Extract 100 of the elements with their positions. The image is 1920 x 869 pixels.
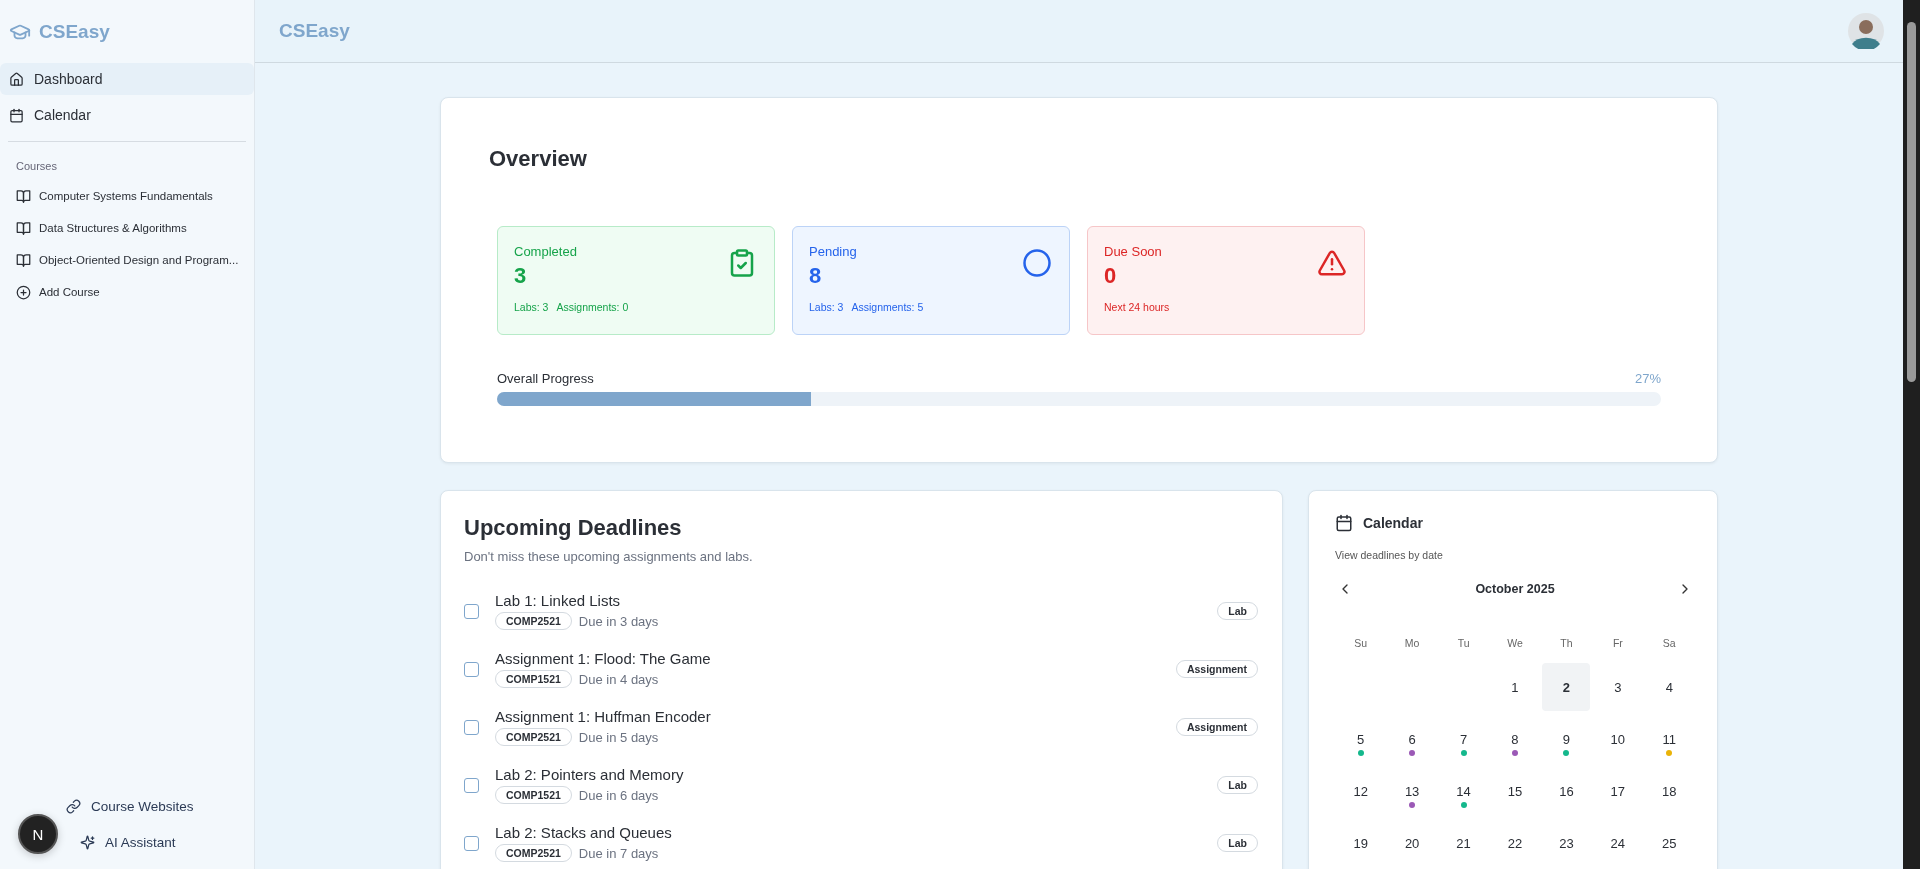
- calendar-day[interactable]: 11: [1645, 715, 1694, 763]
- stat-detail: Labs: 3: [514, 301, 549, 313]
- deadline-title: Assignment 1: Huffman Encoder: [495, 708, 712, 725]
- card-subtitle: View deadlines by date: [1335, 549, 1444, 561]
- footer-link[interactable]: AI Assistant: [66, 831, 254, 853]
- add-icon: [16, 284, 31, 300]
- stat-detail: Next 24 hours: [1104, 301, 1170, 313]
- calendar-icon: [1335, 514, 1353, 532]
- checkbox[interactable]: [464, 661, 479, 677]
- book-icon: [16, 252, 31, 268]
- weekday-label: Tu: [1456, 637, 1471, 649]
- scrollbar[interactable]: [1903, 0, 1920, 869]
- calendar-day[interactable]: 7: [1439, 715, 1488, 763]
- calendar-day[interactable]: 21: [1439, 819, 1488, 867]
- app-title: CSEasy: [279, 20, 350, 42]
- nav-item[interactable]: Calendar: [0, 99, 254, 131]
- section-title: Upcoming Deadlines: [464, 515, 683, 541]
- calendar-day[interactable]: 20: [1388, 819, 1437, 867]
- checkbox[interactable]: [464, 603, 479, 619]
- course-code-tag: COMP2521: [495, 728, 572, 746]
- dev-tools-button[interactable]: N: [18, 814, 58, 854]
- course-code-tag: COMP2521: [495, 612, 572, 630]
- weekday-label: Su: [1353, 637, 1369, 649]
- calendar-day[interactable]: 22: [1491, 819, 1539, 867]
- nav-item[interactable]: Dashboard: [0, 63, 254, 95]
- calendar-day[interactable]: 3: [1593, 663, 1642, 711]
- weekday-label: Fr: [1611, 637, 1624, 649]
- calendar-day[interactable]: 13: [1388, 767, 1437, 815]
- stat-label: Due Soon: [1104, 244, 1162, 259]
- weekday-label: Th: [1559, 637, 1574, 649]
- stat-label: Completed: [514, 244, 577, 259]
- type-tag: Assignment: [1175, 718, 1258, 736]
- calendar-day[interactable]: 2: [1542, 663, 1591, 711]
- home-icon: [9, 71, 24, 87]
- due-text: Due in 3 days: [578, 613, 659, 629]
- course-code-tag: COMP1521: [495, 786, 572, 804]
- stat-value: 8: [809, 263, 823, 289]
- progress-label: Overall Progress: [497, 371, 594, 386]
- due-text: Due in 5 days: [578, 729, 659, 745]
- calendar-day[interactable]: 5: [1336, 715, 1385, 763]
- month-title: October 2025: [1475, 582, 1555, 596]
- calendar-day[interactable]: 1: [1491, 663, 1539, 711]
- section-title: Overview: [489, 146, 588, 172]
- weekday-label: Sa: [1661, 637, 1677, 649]
- course-link[interactable]: Data Structures & Algorithms: [0, 212, 254, 244]
- calendar-day[interactable]: 23: [1542, 819, 1591, 867]
- circle-icon: [1022, 248, 1052, 278]
- type-tag: Lab: [1217, 602, 1258, 620]
- calendar-day[interactable]: 4: [1645, 663, 1694, 711]
- course-code-tag: COMP1521: [495, 670, 572, 688]
- section-subtitle: Don't miss these upcoming assignments and labs.: [464, 549, 754, 564]
- sparkles-icon: [80, 834, 95, 850]
- calendar-day[interactable]: 6: [1388, 715, 1437, 763]
- calendar-day[interactable]: 19: [1336, 819, 1385, 867]
- book-icon: [16, 188, 31, 204]
- calendar-day[interactable]: 10: [1593, 715, 1642, 763]
- type-tag: Assignment: [1175, 660, 1258, 678]
- deadline-title: Lab 1: Linked Lists: [495, 592, 622, 609]
- weekday-label: We: [1506, 637, 1524, 649]
- calendar-day[interactable]: 25: [1645, 819, 1694, 867]
- book-icon: [16, 220, 31, 236]
- calendar-day[interactable]: 12: [1336, 767, 1385, 815]
- avatar-icon[interactable]: [1848, 13, 1884, 49]
- calendar-day[interactable]: 18: [1645, 767, 1694, 815]
- stat-detail: Assignments: 0: [556, 301, 629, 313]
- warning-icon: [1317, 248, 1347, 278]
- calendar-day[interactable]: 24: [1593, 819, 1642, 867]
- calendar-day[interactable]: 16: [1542, 767, 1591, 815]
- stat-detail: Assignments: 5: [851, 301, 924, 313]
- calendar-day[interactable]: 8: [1491, 715, 1539, 763]
- calendar-icon: [9, 107, 24, 123]
- course-link[interactable]: Object-Oriented Design and Program...: [0, 244, 254, 276]
- deadline-title: Lab 2: Pointers and Memory: [495, 766, 685, 783]
- progress-percent: 27%: [1634, 371, 1661, 386]
- due-text: Due in 6 days: [578, 787, 659, 803]
- type-tag: Lab: [1217, 834, 1258, 852]
- stat-value: 0: [1104, 263, 1118, 289]
- stat-label: Pending: [809, 244, 857, 259]
- due-text: Due in 4 days: [578, 671, 659, 687]
- deadline-title: Assignment 1: Flood: The Game: [495, 650, 712, 667]
- checkbox[interactable]: [464, 777, 479, 793]
- add-course-link[interactable]: Add Course: [0, 276, 254, 308]
- weekday-label: Mo: [1403, 637, 1421, 649]
- type-tag: Lab: [1217, 776, 1258, 794]
- checkbox[interactable]: [464, 719, 479, 735]
- calendar-day[interactable]: 14: [1439, 767, 1488, 815]
- calendar-day[interactable]: 17: [1593, 767, 1642, 815]
- course-code-tag: COMP2521: [495, 844, 572, 862]
- deadline-title: Lab 2: Stacks and Queues: [495, 824, 673, 841]
- link-icon: [66, 798, 81, 814]
- due-text: Due in 7 days: [578, 845, 659, 861]
- course-link[interactable]: Computer Systems Fundamentals: [0, 180, 254, 212]
- checkbox[interactable]: [464, 835, 479, 851]
- brand-name: CSEasy: [39, 20, 110, 43]
- stat-detail: Labs: 3: [809, 301, 844, 313]
- calendar-day[interactable]: 9: [1542, 715, 1591, 763]
- section-heading: Courses: [15, 160, 58, 172]
- stat-value: 3: [514, 263, 528, 289]
- footer-link[interactable]: Course Websites: [66, 795, 254, 817]
- calendar-day[interactable]: 15: [1491, 767, 1539, 815]
